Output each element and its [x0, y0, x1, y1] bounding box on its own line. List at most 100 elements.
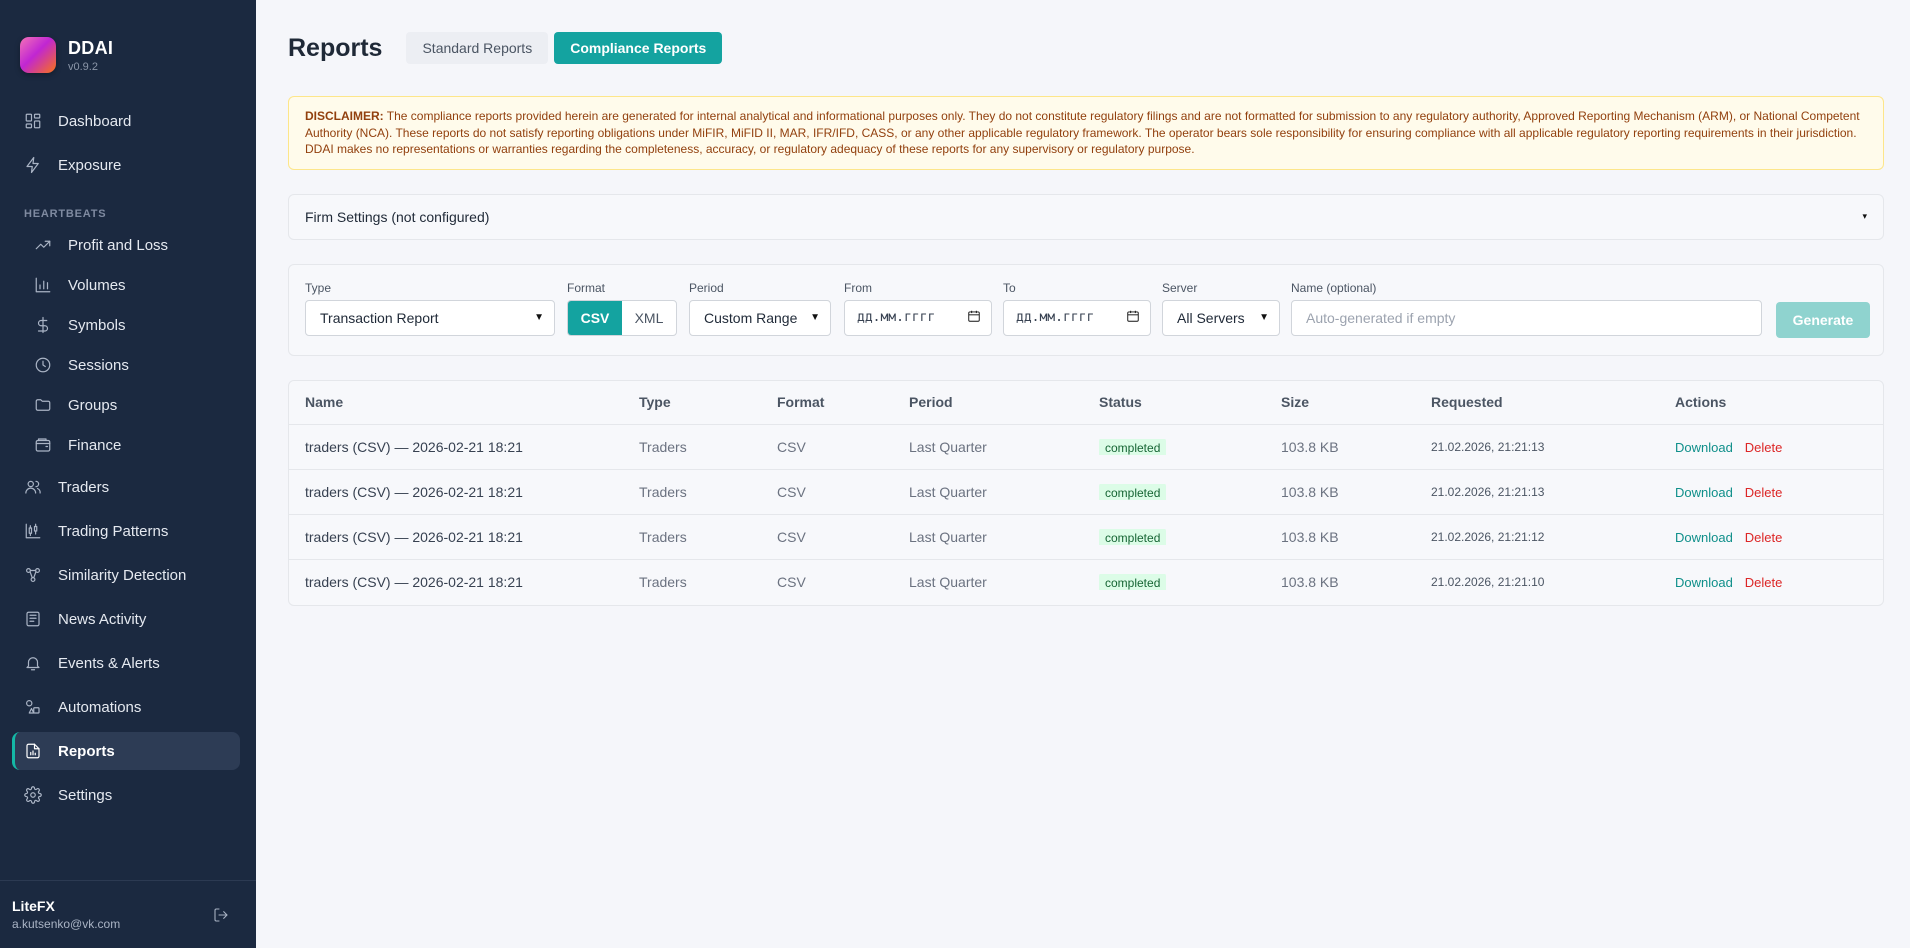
sidebar-item-settings[interactable]: Settings	[12, 776, 240, 814]
cell-name: traders (CSV) — 2026-02-21 18:21	[305, 574, 523, 590]
table-row: traders (CSV) — 2026-02-21 18:21 Traders…	[289, 470, 1883, 515]
cell-size: 103.8 KB	[1281, 483, 1339, 500]
period-select-value: Custom Range	[704, 309, 798, 326]
lightning-icon	[24, 156, 42, 174]
period-label: Period	[689, 280, 724, 295]
firm-settings-toggle[interactable]: Firm Settings (not configured) ▾	[288, 193, 1884, 240]
cell-type: Traders	[639, 574, 687, 590]
sidebar-item-events[interactable]: Events & Alerts	[12, 644, 240, 682]
cell-format: CSV	[777, 528, 806, 545]
disclaimer-label: DISCLAIMER:	[305, 109, 384, 123]
sidebar-item-automations[interactable]: Automations	[12, 688, 240, 726]
sidebar-item-label: Volumes	[68, 276, 126, 294]
logout-icon[interactable]	[210, 904, 232, 926]
sidebar-item-news[interactable]: News Activity	[12, 600, 240, 638]
sidebar-item-traders[interactable]: Traders	[12, 468, 240, 506]
main-content: Reports Standard Reports Compliance Repo…	[256, 0, 1910, 948]
cell-name: traders (CSV) — 2026-02-21 18:21	[305, 438, 523, 455]
sidebar-item-label: Reports	[58, 742, 115, 760]
sidebar-item-label: Sessions	[68, 356, 129, 374]
server-select-value: All Servers	[1177, 309, 1245, 326]
server-field: Server All Servers ▼	[1162, 281, 1280, 336]
wallet-icon	[34, 436, 52, 454]
sidebar-item-exposure[interactable]: Exposure	[12, 146, 240, 184]
cell-size: 103.8 KB	[1281, 438, 1339, 455]
cell-period: Last Quarter	[909, 528, 987, 545]
user-email: a.kutsenko@vk.com	[12, 917, 121, 931]
col-header-type: Type	[639, 394, 671, 410]
cell-name: traders (CSV) — 2026-02-21 18:21	[305, 528, 523, 545]
type-field: Type Transaction Report ▼	[305, 281, 555, 336]
cell-requested: 21.02.2026, 21:21:13	[1431, 439, 1545, 454]
cell-requested: 21.02.2026, 21:21:10	[1431, 575, 1545, 589]
col-header-requested: Requested	[1431, 394, 1503, 410]
chevron-down-icon: ▼	[1259, 312, 1269, 323]
to-date-value: дд.мм.гггг	[1016, 310, 1095, 325]
sidebar-item-finance[interactable]: Finance	[12, 428, 240, 462]
format-xml-button[interactable]: XML	[622, 301, 676, 335]
delete-link[interactable]: Delete	[1745, 575, 1783, 590]
user-name: LiteFX	[12, 898, 55, 914]
sidebar-item-dashboard[interactable]: Dashboard	[12, 102, 240, 140]
sidebar-item-profit-loss[interactable]: Profit and Loss	[12, 228, 240, 262]
col-header-period: Period	[909, 394, 953, 410]
period-select[interactable]: Custom Range ▼	[689, 299, 831, 336]
sidebar-item-groups[interactable]: Groups	[12, 388, 240, 422]
tab-compliance-reports[interactable]: Compliance Reports	[554, 32, 723, 64]
cell-period: Last Quarter	[909, 574, 987, 590]
download-link[interactable]: Download	[1675, 530, 1733, 545]
report-name-input[interactable]: Auto-generated if empty	[1291, 299, 1762, 336]
download-link[interactable]: Download	[1675, 575, 1733, 590]
cell-period: Last Quarter	[909, 483, 987, 500]
generate-button[interactable]: Generate	[1776, 301, 1870, 338]
bell-icon	[24, 654, 42, 672]
tab-standard-reports[interactable]: Standard Reports	[406, 32, 549, 64]
brand-name: DDAI	[68, 37, 114, 58]
sidebar-item-reports[interactable]: Reports	[12, 732, 240, 770]
sidebar-item-symbols[interactable]: Symbols	[12, 308, 240, 342]
clock-icon	[34, 356, 52, 374]
from-date-input[interactable]: дд.мм.гггг	[844, 299, 992, 336]
to-label: To	[1003, 280, 1016, 295]
sidebar-item-trading-patterns[interactable]: Trading Patterns	[12, 512, 240, 550]
cell-size: 103.8 KB	[1281, 574, 1339, 590]
table-header-row: Name Type Format Period Status Size Requ…	[289, 381, 1883, 425]
sidebar-item-label: Events & Alerts	[58, 654, 160, 672]
report-form: Type Transaction Report ▼ Format CSV XML…	[288, 263, 1884, 356]
cell-type: Traders	[639, 438, 687, 455]
newspaper-icon	[24, 610, 42, 628]
from-date-value: дд.мм.гггг	[857, 310, 936, 325]
sidebar-item-sessions[interactable]: Sessions	[12, 348, 240, 382]
firm-settings-label: Firm Settings (not configured)	[305, 208, 490, 225]
format-toggle: CSV XML	[567, 299, 677, 336]
cell-requested: 21.02.2026, 21:21:13	[1431, 484, 1545, 499]
col-header-format: Format	[777, 394, 825, 410]
download-link[interactable]: Download	[1675, 440, 1733, 455]
type-select[interactable]: Transaction Report ▼	[305, 299, 555, 336]
sidebar-item-label: Trading Patterns	[58, 522, 169, 540]
chevron-down-icon: ▼	[534, 312, 544, 323]
sidebar-item-label: Traders	[58, 478, 110, 496]
download-link[interactable]: Download	[1675, 485, 1733, 500]
sidebar-item-similarity[interactable]: Similarity Detection	[12, 556, 240, 594]
sidebar-item-label: Exposure	[58, 156, 122, 174]
delete-link[interactable]: Delete	[1745, 440, 1783, 455]
delete-link[interactable]: Delete	[1745, 530, 1783, 545]
to-field: To дд.мм.гггг	[1003, 281, 1151, 336]
dollar-icon	[34, 316, 52, 334]
format-csv-button[interactable]: CSV	[568, 300, 622, 335]
format-field: Format CSV XML	[567, 281, 677, 336]
candlestick-icon	[24, 522, 42, 540]
type-select-value: Transaction Report	[320, 309, 439, 326]
period-field: Period Custom Range ▼	[689, 281, 831, 336]
network-icon	[24, 566, 42, 584]
disclaimer-text: The compliance reports provided herein a…	[305, 109, 1860, 156]
status-badge: completed	[1099, 483, 1167, 500]
caret-down-icon: ▾	[1862, 211, 1867, 221]
cell-type: Traders	[639, 528, 687, 545]
sidebar-item-volumes[interactable]: Volumes	[12, 268, 240, 302]
to-date-input[interactable]: дд.мм.гггг	[1003, 299, 1151, 336]
server-select[interactable]: All Servers ▼	[1162, 299, 1280, 336]
delete-link[interactable]: Delete	[1745, 485, 1783, 500]
sidebar-item-label: Settings	[58, 786, 113, 804]
